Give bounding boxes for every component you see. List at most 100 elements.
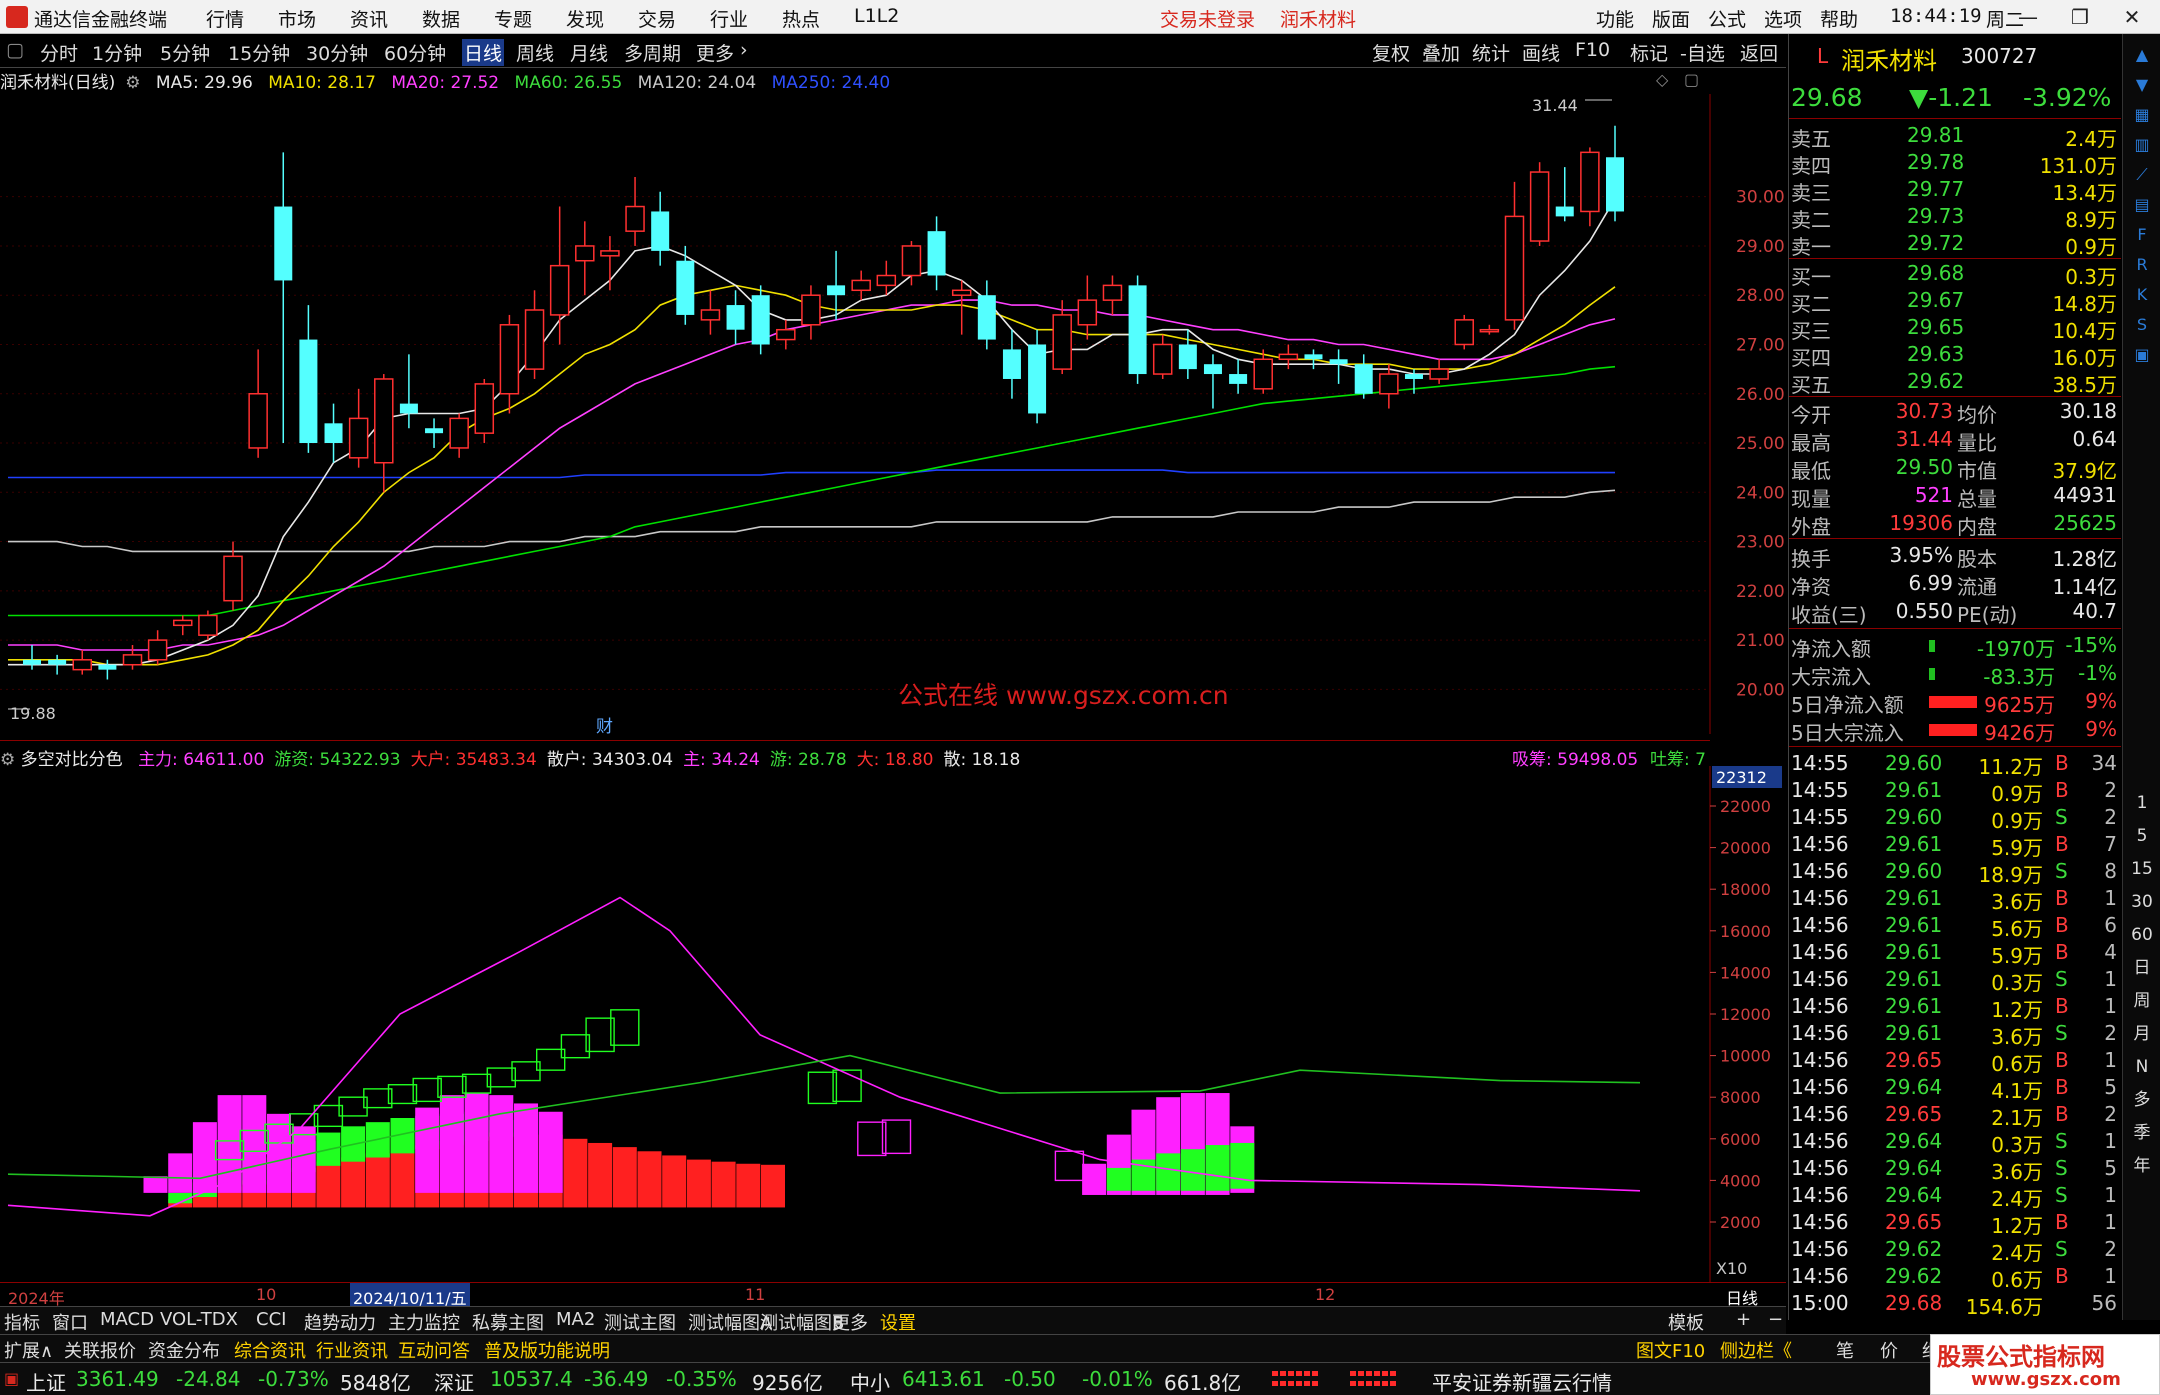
candlestick-chart[interactable]: 30.00 29.00 28.00 27.00 26.00 25.00 24.00 23.00… <box>0 94 1786 734</box>
side-period-button[interactable]: 1 <box>2128 790 2156 816</box>
period-tab[interactable]: 多周期 <box>624 39 681 66</box>
tool-overlay[interactable]: 叠加 <box>1422 39 1460 66</box>
menu-options[interactable]: 选项 <box>1764 5 1802 32</box>
side-period-button[interactable]: 60 <box>2128 922 2156 948</box>
menu-trade[interactable]: 交易 <box>638 5 676 32</box>
bottom-tab[interactable]: 普及版功能说明 <box>484 1337 610 1363</box>
side-period-button[interactable]: 5 <box>2128 823 2156 849</box>
up-icon[interactable]: ▲ <box>2128 42 2156 68</box>
side-period-button[interactable]: 月 <box>2128 1021 2156 1047</box>
fs-icon[interactable]: ▣ <box>2128 342 2156 368</box>
bid-price[interactable]: 29.67 <box>1907 288 1964 312</box>
settings-gear-icon[interactable]: ⚙ <box>125 73 140 93</box>
side-top-icon[interactable] <box>2124 6 2158 30</box>
toolbar-toggle-icon[interactable]: ▢ <box>6 39 24 61</box>
tool-restore-rights[interactable]: 复权 <box>1372 39 1410 66</box>
menu-data[interactable]: 数据 <box>422 5 460 32</box>
menu-layout[interactable]: 版面 <box>1652 5 1690 32</box>
rsi-icon[interactable]: R <box>2128 252 2156 278</box>
bottom-tab[interactable]: 关联报价 <box>64 1337 136 1363</box>
indicator-tab[interactable]: MA2 <box>556 1309 595 1330</box>
ask-price[interactable]: 29.81 <box>1907 123 1964 147</box>
ask-price[interactable]: 29.77 <box>1907 177 1964 201</box>
menu-function[interactable]: 功能 <box>1596 5 1634 32</box>
tool-f10[interactable]: F10 <box>1575 39 1610 61</box>
side-period-button[interactable]: 多 <box>2128 1087 2156 1113</box>
indicator-tab[interactable]: 私募主图 <box>472 1309 544 1335</box>
diamond-icon[interactable]: ◇ <box>1656 70 1668 89</box>
period-tab[interactable]: 分时 <box>40 39 78 66</box>
indicator-tab[interactable]: CCI <box>256 1309 286 1330</box>
template-button[interactable]: − <box>1768 1309 1783 1330</box>
indicator-tab[interactable]: 设置 <box>880 1309 916 1335</box>
bars-icon[interactable]: ▥ <box>2128 132 2156 158</box>
period-tab[interactable]: 15分钟 <box>228 39 290 66</box>
menu-topics[interactable]: 专题 <box>494 5 532 32</box>
bottom-tab[interactable]: 综合资讯 <box>234 1337 306 1363</box>
ask-price[interactable]: 29.72 <box>1907 231 1964 255</box>
bid-price[interactable]: 29.68 <box>1907 261 1964 285</box>
tool-draw[interactable]: 画线 <box>1522 39 1560 66</box>
right-panel-tab[interactable]: 侧边栏《 <box>1720 1337 1792 1363</box>
period-tab[interactable]: 30分钟 <box>306 39 368 66</box>
period-tab[interactable]: 60分钟 <box>384 39 446 66</box>
tool-mark[interactable]: 标记 <box>1630 39 1668 66</box>
period-tab[interactable]: 1分钟 <box>92 39 142 66</box>
minimize-icon[interactable]: — <box>2008 2 2048 32</box>
indicator-tab[interactable]: 测试主图 <box>604 1309 676 1335</box>
template-button[interactable]: + <box>1736 1309 1751 1330</box>
period-tab[interactable]: 周线 <box>516 39 554 66</box>
sh-label[interactable]: 上证 <box>26 1367 66 1395</box>
side-period-button[interactable]: 周 <box>2128 988 2156 1014</box>
bottom-tab[interactable]: 资金分布 <box>148 1337 220 1363</box>
menu-news[interactable]: 资讯 <box>350 5 388 32</box>
menu-industry[interactable]: 行业 <box>710 5 748 32</box>
down-icon[interactable]: ▼ <box>2128 72 2156 98</box>
menu-market[interactable]: 市场 <box>278 5 316 32</box>
f10-icon[interactable]: F <box>2128 222 2156 248</box>
side-period-button[interactable]: 年 <box>2128 1153 2156 1179</box>
indicator-tab[interactable]: 更多 <box>832 1309 868 1335</box>
indicator-tab[interactable]: MACD <box>100 1309 154 1330</box>
bottom-tab[interactable]: 行业资讯 <box>316 1337 388 1363</box>
template-button[interactable]: 模板 <box>1668 1309 1704 1335</box>
tool-stats[interactable]: 统计 <box>1472 39 1510 66</box>
grid-icon[interactable]: ▦ <box>2128 102 2156 128</box>
indicator-tab[interactable]: VOL-TDX <box>160 1309 238 1330</box>
chart-icon[interactable]: ▤ <box>2128 192 2156 218</box>
menu-hot[interactable]: 热点 <box>782 5 820 32</box>
login-status[interactable]: 交易未登录 <box>1160 5 1255 32</box>
side-period-button[interactable]: 日 <box>2128 955 2156 981</box>
zx-label[interactable]: 中小 <box>850 1367 890 1395</box>
bid-price[interactable]: 29.62 <box>1907 369 1964 393</box>
ask-price[interactable]: 29.78 <box>1907 150 1964 174</box>
sz-label[interactable]: 深证 <box>434 1367 474 1395</box>
kd-icon[interactable]: K <box>2128 282 2156 308</box>
line-icon[interactable]: ⟋ <box>2128 162 2156 188</box>
finance-marker[interactable]: 财 <box>596 717 613 734</box>
right-panel-tab[interactable]: 价 <box>1880 1337 1898 1363</box>
menu-help[interactable]: 帮助 <box>1820 5 1858 32</box>
restore-icon[interactable]: ❐ <box>2060 2 2100 32</box>
bid-price[interactable]: 29.65 <box>1907 315 1964 339</box>
side-period-button[interactable]: 季 <box>2128 1120 2156 1146</box>
ask-price[interactable]: 29.73 <box>1907 204 1964 228</box>
side-period-button[interactable]: 15 <box>2128 856 2156 882</box>
period-tab[interactable]: 5分钟 <box>160 39 210 66</box>
menu-formula[interactable]: 公式 <box>1708 5 1746 32</box>
side-period-button[interactable]: 30 <box>2128 889 2156 915</box>
menu-discover[interactable]: 发现 <box>566 5 604 32</box>
period-more[interactable]: 更多 <box>696 39 734 66</box>
tool-remove-watch[interactable]: -自选 <box>1680 39 1725 66</box>
side-period-button[interactable]: N <box>2128 1054 2156 1080</box>
rsi2-icon[interactable]: S <box>2128 312 2156 338</box>
right-panel-tab[interactable]: 笔 <box>1836 1337 1854 1363</box>
expand-icon[interactable]: ▢ <box>1684 70 1699 89</box>
indicator-tab[interactable]: 主力监控 <box>388 1309 460 1335</box>
period-tab-active[interactable]: 日线 <box>462 39 505 66</box>
chevron-right-icon[interactable]: › <box>740 39 748 61</box>
period-tab[interactable]: 月线 <box>570 39 608 66</box>
bottom-tab[interactable]: 互动问答 <box>398 1337 470 1363</box>
indicator-chart[interactable]: 22312 22000 20000 18000 16000 14000 12000 1000… <box>0 766 1786 1282</box>
indicator-tab[interactable]: 指标 <box>4 1309 40 1335</box>
